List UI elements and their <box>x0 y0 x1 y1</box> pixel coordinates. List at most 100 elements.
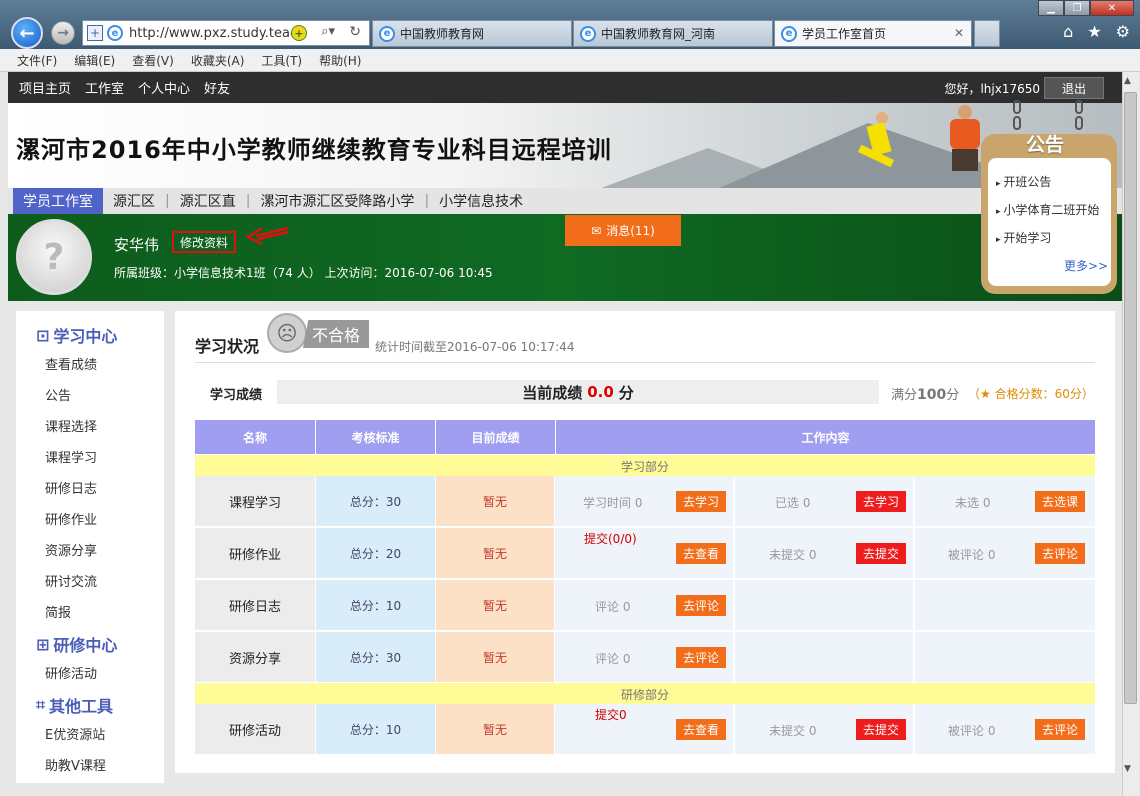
subnav-yuanhui-district[interactable]: 源汇区 <box>103 188 165 214</box>
row-standard: 总分：10 <box>316 704 435 754</box>
go-comment-button[interactable]: 去评论 <box>1035 543 1085 564</box>
sidebar-item-course-select[interactable]: 课程选择 <box>45 416 97 435</box>
sidebar-item-activities[interactable]: 研修活动 <box>45 663 97 682</box>
back-button[interactable]: ← <box>11 17 43 49</box>
menu-edit[interactable]: 编辑(E) <box>74 52 115 69</box>
sidebar-item-e-resource[interactable]: E优资源站 <box>45 724 105 743</box>
forward-button[interactable]: → <box>51 21 75 45</box>
sidebar-section-tools: ⌗ 其他工具 <box>36 693 113 717</box>
go-study-button[interactable]: 去学习 <box>856 491 906 512</box>
result-badge: 不合格 <box>303 320 369 348</box>
new-tab-button[interactable] <box>974 20 1000 47</box>
menu-favorites[interactable]: 收藏夹(A) <box>191 52 245 69</box>
refresh-icon[interactable]: ↻ <box>349 24 361 40</box>
compat-icon[interactable]: + <box>291 25 307 41</box>
subnav-subject[interactable]: 小学信息技术 <box>429 188 533 214</box>
gear-icon[interactable]: ⚙ <box>1116 22 1130 41</box>
chain-icon <box>1075 116 1083 130</box>
close-tab-icon[interactable]: ✕ <box>954 26 964 40</box>
arrow-left-icon: ← <box>19 22 35 44</box>
row-standard: 总分：10 <box>316 580 435 630</box>
col-header-current: 目前成绩 <box>436 420 556 454</box>
sidebar-item-homework[interactable]: 研修作业 <box>45 509 97 528</box>
athlete-illustration <box>848 108 918 188</box>
full-score: 满分100分 <box>891 384 959 403</box>
sidebar-item-announcement[interactable]: 公告 <box>45 385 71 404</box>
ie-icon: e <box>379 25 395 42</box>
subnav-yuanhui-direct[interactable]: 源汇区直 <box>170 188 246 214</box>
nav-project-home[interactable]: 项目主页 <box>19 78 71 97</box>
chain-icon <box>1013 116 1021 130</box>
section-title: 学习中心 <box>53 327 118 346</box>
url-text: http://www.pxz.study.teac <box>129 25 298 41</box>
sidebar-item-resources[interactable]: 资源分享 <box>45 540 97 559</box>
divider <box>195 362 1095 363</box>
notice-item[interactable]: 小学体育二班开始 <box>996 201 1099 218</box>
go-view-button[interactable]: 去查看 <box>676 719 726 740</box>
go-study-button[interactable]: 去学习 <box>676 491 726 512</box>
go-view-button[interactable]: 去查看 <box>676 543 726 564</box>
home-icon[interactable]: ⌂ <box>1063 22 1073 41</box>
tab-1[interactable]: e 中国教师教育网 <box>372 20 572 47</box>
go-submit-button[interactable]: 去提交 <box>856 719 906 740</box>
subnav-student-workroom[interactable]: 学员工作室 <box>13 188 103 214</box>
notice-item[interactable]: 开始学习 <box>996 229 1051 246</box>
sidebar-item-briefing[interactable]: 简报 <box>45 602 71 621</box>
score-label: 学习成绩 <box>210 388 263 403</box>
close-window-icon[interactable]: ✕ <box>1090 0 1134 16</box>
selected-count: 已选 0 <box>775 496 811 510</box>
nav-workroom[interactable]: 工作室 <box>85 78 124 97</box>
sidebar-item-journal[interactable]: 研修日志 <box>45 478 97 497</box>
scroll-down-icon[interactable]: ▼ <box>1124 764 1131 774</box>
nav-personal-center[interactable]: 个人中心 <box>138 78 190 97</box>
work-cell <box>915 632 1095 682</box>
full-unit: 分 <box>946 388 960 403</box>
menu-file[interactable]: 文件(F) <box>17 52 57 69</box>
tab-3-active[interactable]: e 学员工作室首页 ✕ <box>774 20 972 47</box>
sidebar-item-scores[interactable]: 查看成绩 <box>45 354 97 373</box>
star-icon[interactable]: ★ <box>1087 22 1101 41</box>
sidebar-item-v-course[interactable]: 助教V课程 <box>45 755 106 774</box>
avatar[interactable]: ? <box>16 219 92 295</box>
sidebar-item-discussion[interactable]: 研讨交流 <box>45 571 97 590</box>
go-comment-button[interactable]: 去评论 <box>676 647 726 668</box>
logout-button[interactable]: 退出 <box>1044 77 1104 99</box>
go-select-course-button[interactable]: 去选课 <box>1035 491 1085 512</box>
go-submit-button[interactable]: 去提交 <box>856 543 906 564</box>
book-icon: ⊞ <box>36 634 50 654</box>
section-title: 研修中心 <box>53 636 118 655</box>
messages-button[interactable]: ✉ 消息(11) <box>565 215 681 246</box>
sidebar-item-course-study[interactable]: 课程学习 <box>45 447 97 466</box>
menu-tools[interactable]: 工具(T) <box>261 52 302 69</box>
sidebar-section-research: ⊞ 研修中心 <box>36 632 117 656</box>
nav-friends[interactable]: 好友 <box>204 78 230 97</box>
menu-help[interactable]: 帮助(H) <box>319 52 361 69</box>
notice-title: 公告 <box>1026 134 1065 156</box>
add-icon[interactable]: + <box>87 25 103 41</box>
study-time: 学习时间 0 <box>583 496 643 510</box>
menu-bar: 文件(F) 编辑(E) 查看(V) 收藏夹(A) 工具(T) 帮助(H) <box>0 49 1140 72</box>
subnav-school[interactable]: 漯河市源汇区受降路小学 <box>250 188 424 214</box>
search-icon[interactable]: ⌕▾ <box>321 24 335 39</box>
pass-score: （★ 合格分数：60分） <box>968 387 1094 401</box>
row-current: 暂无 <box>436 704 554 754</box>
full-value: 100 <box>917 387 947 403</box>
go-comment-button[interactable]: 去评论 <box>676 595 726 616</box>
scroll-up-icon[interactable]: ▲ <box>1124 76 1131 86</box>
edit-profile-link[interactable]: 修改资料 <box>172 231 236 253</box>
work-cell <box>735 580 913 630</box>
minimize-icon[interactable]: ▁ <box>1038 0 1064 16</box>
submit-count: 提交(0/0) <box>584 532 637 546</box>
go-comment-button[interactable]: 去评论 <box>1035 719 1085 740</box>
notice-more-link[interactable]: 更多>> <box>1064 257 1108 274</box>
tab-2[interactable]: e 中国教师教育网_河南 <box>573 20 773 47</box>
browser-tools: ⌂ ★ ⚙ <box>1063 22 1130 41</box>
maximize-icon[interactable]: ❐ <box>1064 0 1090 16</box>
notice-item[interactable]: 开班公告 <box>996 173 1051 190</box>
address-bar[interactable]: + e http://www.pxz.study.teac + ⌕▾ ↻ <box>82 20 370 46</box>
scrollbar-thumb[interactable] <box>1124 92 1137 704</box>
banner-title: 漯河市2016年中小学教师继续教育专业科目远程培训 <box>16 136 612 164</box>
greeting: 您好，lhjx17650 <box>944 82 1040 96</box>
menu-view[interactable]: 查看(V) <box>132 52 174 69</box>
user-name: 安华伟 <box>114 236 160 254</box>
